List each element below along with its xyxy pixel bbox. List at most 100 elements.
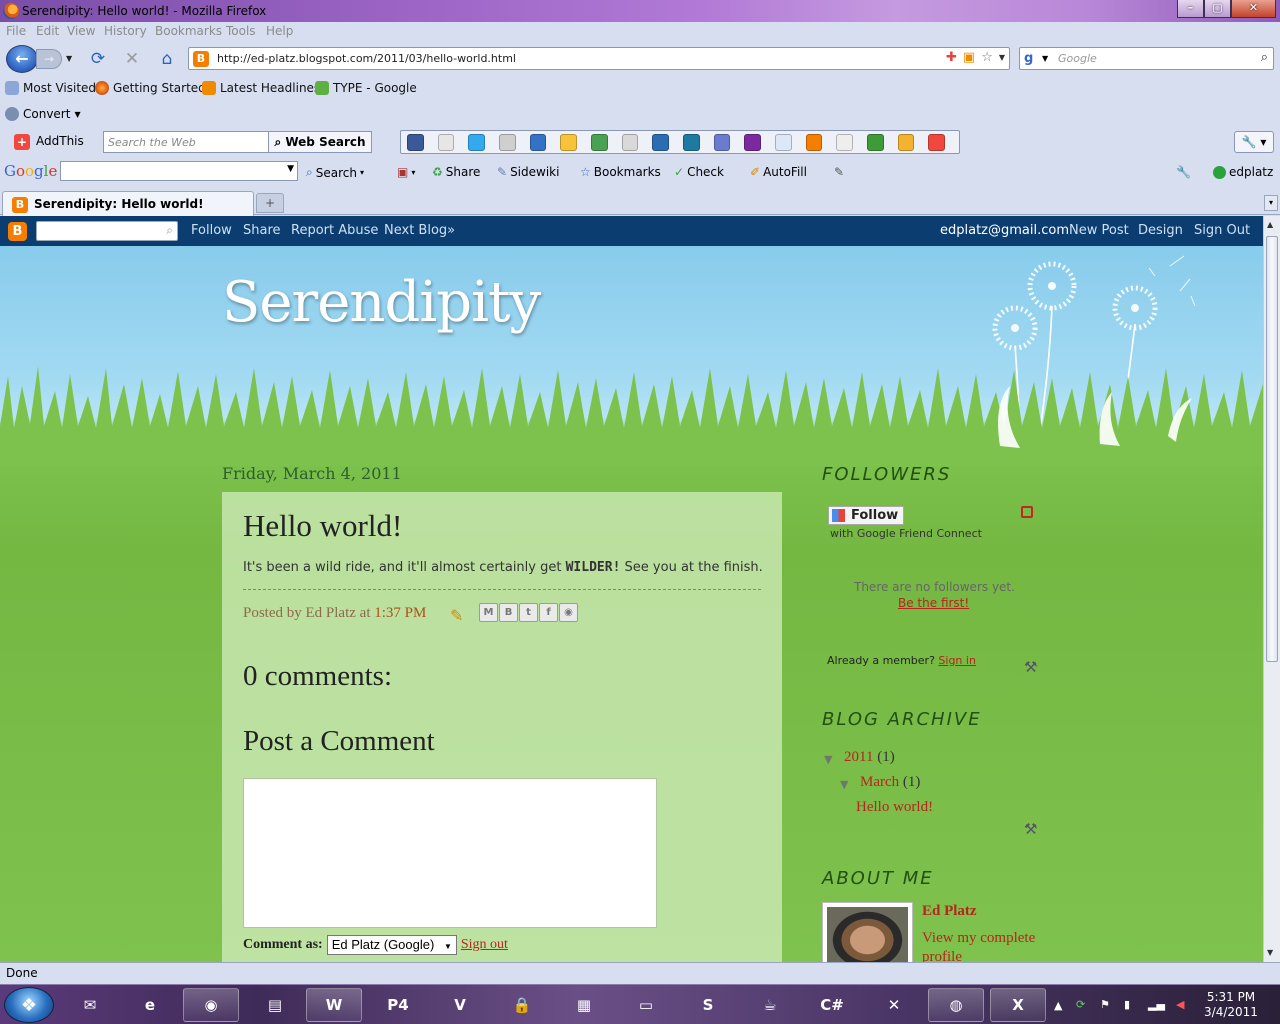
menu-tools[interactable]: Tools [226,24,256,38]
forward-button[interactable]: → [36,49,62,69]
navbar-share-link[interactable]: Share [243,223,281,238]
pencil-icon[interactable]: ✎ [834,165,844,179]
url-bar[interactable]: B http://ed-platz.blogspot.com/2011/03/h… [188,47,1010,70]
delicious-icon[interactable] [652,133,670,151]
scroll-up-icon[interactable]: ▲ [1267,220,1273,229]
navbar-next-blog-link[interactable]: Next Blog» [384,223,455,238]
google-engine-icon[interactable]: g [1024,51,1040,67]
google-search-input[interactable]: ▼ [60,161,298,181]
start-button[interactable]: ❖ [4,987,54,1023]
google-popup-button[interactable]: ▣ ▾ [397,165,415,179]
url-dropdown-icon[interactable]: ▼ [999,50,1005,65]
search-icon[interactable]: ⌕ [166,223,173,238]
search-icon[interactable]: ⌕ [1261,50,1268,65]
blogger-icon[interactable] [805,133,823,151]
engine-dropdown-icon[interactable]: ▼ [1042,54,1048,63]
navbar-report-abuse-link[interactable]: Report Abuse [291,223,378,238]
taskbar-word-icon[interactable]: W [306,988,362,1022]
close-button[interactable]: ✕ [1231,0,1276,18]
taskbar-excel-icon[interactable]: X [990,988,1046,1022]
addthis-label[interactable]: AddThis [36,134,84,148]
taskbar-csharp-icon[interactable]: C# [804,988,860,1022]
post-title[interactable]: Hello world! [243,508,402,544]
popout-icon[interactable] [1021,506,1033,518]
blog-search-input[interactable]: ⌕ [36,221,178,241]
edit-post-pencil-icon[interactable]: ✎ [450,606,463,625]
sign-in-link[interactable]: Sign in [938,654,976,667]
navbar-new-post-link[interactable]: New Post [1069,223,1129,238]
more-services-icon[interactable] [928,133,946,151]
comment-sign-out-link[interactable]: Sign out [461,937,508,953]
history-dropdown-icon[interactable]: ▼ [66,54,72,63]
google-autofill-button[interactable]: ✐ AutoFill [750,165,807,179]
facebook-share-icon[interactable]: f [539,603,558,622]
buzz-share-icon[interactable]: ◉ [559,603,578,622]
taskbar-outlook-icon[interactable]: ✉ [62,988,118,1022]
google-sidewiki-button[interactable]: ✎ Sidewiki [497,165,559,179]
profile-name-link[interactable]: Ed Platz [922,903,977,920]
back-button[interactable]: ← [6,45,38,73]
scrollbar-thumb[interactable] [1266,236,1278,662]
navbar-design-link[interactable]: Design [1138,223,1183,238]
addthis-small-icon[interactable]: ✚ [946,50,957,65]
facebook-icon[interactable] [407,133,424,151]
url-text[interactable]: http://ed-platz.blogspot.com/2011/03/hel… [217,52,516,65]
tray-expand-icon[interactable]: ▲ [1054,999,1062,1012]
bookmark-getting-started[interactable]: Getting Started [95,81,206,95]
taskbar-ie-icon[interactable]: e [122,988,178,1022]
home-icon[interactable]: ⌂ [157,49,177,69]
scroll-down-icon[interactable]: ▼ [1267,948,1273,957]
edit-gadget-icon[interactable]: ⚒ [1024,658,1037,676]
navbar-follow-link[interactable]: Follow [191,223,232,238]
tray-signal-icon[interactable]: ▂▄ [1148,998,1165,1011]
tab-serendipity[interactable]: B Serendipity: Hello world! [2,191,254,216]
blogger-logo[interactable]: B [8,222,27,241]
taskbar-network-icon[interactable]: ▭ [618,988,674,1022]
chevron-down-icon[interactable]: ▼ [287,164,294,174]
google-search-button[interactable]: ⌕ Search ▾ [306,165,364,180]
comment-textarea[interactable] [243,778,657,928]
tray-flag-icon[interactable]: ⚑ [1100,998,1110,1011]
tab-list-dropdown[interactable]: ▾ [1264,195,1278,211]
myspace-icon[interactable] [621,133,639,151]
archive-month-toggle-icon[interactable]: ▼ [840,778,848,791]
post-time-link[interactable]: 1:37 PM [374,605,426,621]
taskbar-firefox-icon[interactable]: ◉ [183,988,239,1022]
google-account-button[interactable]: edplatz [1213,165,1273,179]
tray-sync-icon[interactable]: ⟳ [1076,998,1085,1011]
addthis-icon[interactable]: + [14,134,30,150]
print-icon[interactable] [499,133,516,151]
menu-bookmarks[interactable]: Bookmarks [155,24,222,38]
reddit-icon[interactable] [775,133,792,151]
tray-volume-icon[interactable]: ◀ [1176,998,1184,1011]
bookmark-type-google[interactable]: TYPE - Google [315,81,417,95]
bebo-icon[interactable] [897,133,915,151]
bookmark-latest-headlines[interactable]: Latest Headlines [202,81,320,95]
google-share-button[interactable]: ♻ Share [432,165,480,179]
be-first-link[interactable]: Be the first! [898,596,969,610]
gmail-icon[interactable] [836,133,854,151]
taskbar-keepass-icon[interactable]: 🔒 [494,988,550,1022]
google-bookmarks-button[interactable]: ☆ Bookmarks [580,165,661,179]
taskbar-p4-icon[interactable]: P4 [370,988,426,1022]
taskbar-vnc-icon[interactable]: V [432,988,488,1022]
menu-file[interactable]: File [6,24,26,38]
navbar-sign-out-link[interactable]: Sign Out [1194,223,1250,238]
taskbar-globe-icon[interactable]: ◍ [928,988,984,1022]
minimize-button[interactable]: – [1177,0,1204,18]
archive-month-item[interactable]: March (1) [860,774,920,791]
taskbar-calculator-icon[interactable]: ▦ [556,988,612,1022]
favorites-star-icon[interactable] [560,133,578,151]
profile-photo-frame[interactable] [822,902,913,962]
digg-icon[interactable] [713,133,731,151]
addthis-options-button[interactable]: 🔧 ▾ [1234,131,1274,153]
bookmark-star-icon[interactable]: ☆ [981,50,993,65]
stumbleupon-icon[interactable] [683,133,700,151]
messenger-icon[interactable] [529,133,547,151]
search-bar[interactable]: g ▼ Google ⌕ [1019,47,1274,70]
archive-year-item[interactable]: 2011 (1) [844,749,895,766]
google-logo[interactable]: Google [4,162,57,180]
blogthis-icon[interactable]: B [499,603,518,622]
view-profile-link[interactable]: View my complete profile [922,929,1062,962]
addthis-search-input[interactable]: Search the Web [103,131,269,153]
